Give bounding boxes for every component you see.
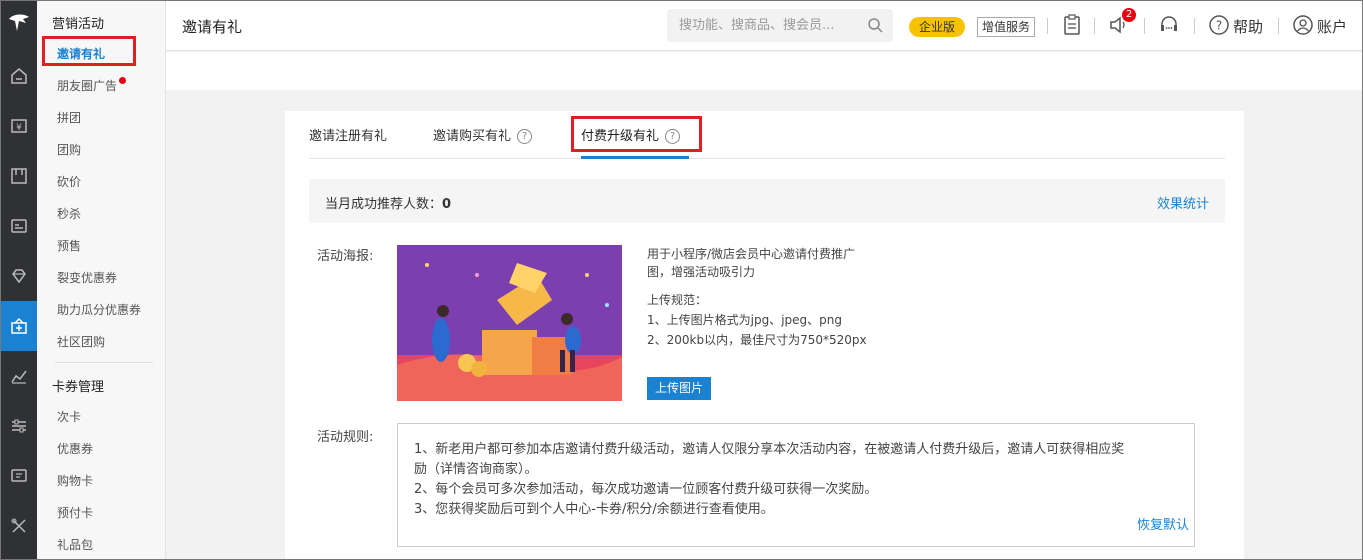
toolbar-strip bbox=[166, 52, 1362, 90]
goods-icon[interactable] bbox=[1, 151, 37, 201]
secondary-sidebar: 营销活动 邀请有礼 朋友圈广告 拼团 团购 砍价 秒杀 预售 裂变优惠券 助力瓜… bbox=[37, 1, 166, 559]
support-headset-icon[interactable] bbox=[1158, 14, 1180, 36]
group-marketing: 营销活动 bbox=[52, 17, 105, 32]
poster-description: 用于小程序/微店会员中心邀请付费推广 图，增强活动吸引力 bbox=[647, 245, 855, 281]
sidebar-item-bargain[interactable]: 砍价 bbox=[57, 173, 81, 190]
tab-invite-purchase[interactable]: 邀请购买有礼? bbox=[433, 125, 533, 144]
stats-value: 0 bbox=[442, 197, 452, 212]
svg-text:¥: ¥ bbox=[16, 123, 22, 133]
tab-invite-register[interactable]: 邀请注册有礼 bbox=[309, 125, 387, 144]
active-tab-indicator bbox=[581, 156, 689, 159]
sidebar-item-presale[interactable]: 预售 bbox=[57, 237, 81, 254]
question-icon[interactable]: ? bbox=[517, 129, 533, 144]
tab-label: 邀请注册有礼 bbox=[309, 129, 388, 144]
app-frame: ¥ 营销活动 邀请有礼 朋友圈广告 拼团 团购 砍价 秒杀 预售 裂变优惠券 助… bbox=[0, 0, 1363, 560]
diamond-icon[interactable] bbox=[1, 251, 37, 301]
stats-label: 当月成功推荐人数：0 bbox=[325, 193, 451, 212]
member-card-icon[interactable] bbox=[1, 201, 37, 251]
sidebar-item-coupon[interactable]: 优惠券 bbox=[57, 440, 93, 457]
spec-title: 上传规范： bbox=[647, 293, 708, 307]
brand-logo-icon[interactable] bbox=[7, 11, 31, 35]
poster-image[interactable] bbox=[397, 245, 622, 401]
rule-line: 2、每个会员可多次参加活动，每次成功邀请一位顾客付费升级可获得一次奖励。 bbox=[414, 482, 878, 497]
separator bbox=[1278, 18, 1279, 34]
sidebar-item-prepaid-card[interactable]: 预付卡 bbox=[57, 504, 93, 521]
sidebar-item-fission-coupon[interactable]: 裂变优惠券 bbox=[57, 269, 117, 286]
cashier-icon[interactable]: ¥ bbox=[1, 101, 37, 151]
rule-line: 1、新老用户都可参加本店邀请付费升级活动，邀请人仅限分享本次活动内容，在被邀请人… bbox=[414, 442, 1125, 457]
new-dot bbox=[119, 77, 127, 84]
tab-label: 邀请购买有礼 bbox=[433, 129, 512, 144]
poster-desc-line: 图，增强活动吸引力 bbox=[647, 265, 756, 279]
sidebar-item-count-card[interactable]: 次卡 bbox=[57, 408, 81, 425]
restore-default-link[interactable]: 恢复默认 bbox=[1137, 516, 1189, 536]
analytics-icon[interactable] bbox=[1, 351, 37, 401]
help-link[interactable]: 帮助 bbox=[1233, 16, 1263, 37]
separator bbox=[1047, 18, 1048, 34]
poster-label: 活动海报: bbox=[317, 249, 374, 264]
tab-bar: 邀请注册有礼 邀请购买有礼? 付费升级有礼? bbox=[309, 111, 1225, 159]
highlight-box bbox=[571, 116, 702, 152]
spec-item: 1、上传图片格式为jpg、jpeg、png bbox=[647, 313, 842, 327]
rules-label: 活动规则: bbox=[317, 430, 374, 445]
home-icon[interactable] bbox=[1, 51, 37, 101]
search-box[interactable] bbox=[667, 9, 893, 42]
separator bbox=[1194, 18, 1195, 34]
svg-text:?: ? bbox=[1216, 19, 1222, 33]
sidebar-item-invite[interactable]: 邀请有礼 bbox=[57, 45, 105, 62]
sidebar-item-moments-ad[interactable]: 朋友圈广告 bbox=[57, 77, 127, 94]
user-icon[interactable] bbox=[1292, 14, 1314, 36]
separator bbox=[1094, 18, 1095, 34]
search-input[interactable] bbox=[667, 9, 847, 42]
checklist-icon[interactable] bbox=[1061, 14, 1083, 36]
separator bbox=[1144, 18, 1145, 34]
content-panel: 邀请注册有礼 邀请购买有礼? 付费升级有礼? 当月成功推荐人数：0 效果统计 活… bbox=[285, 111, 1244, 559]
sidebar-item-split-coupon[interactable]: 助力瓜分优惠券 bbox=[57, 301, 141, 318]
message-icon[interactable] bbox=[1, 451, 37, 501]
poster-desc-line: 用于小程序/微店会员中心邀请付费推广 bbox=[647, 247, 856, 261]
top-bar: 邀请有礼 企业版 增值服务 2 ? 帮助 账户 bbox=[166, 1, 1362, 51]
stats-label-text: 当月成功推荐人数： bbox=[325, 197, 443, 212]
enterprise-badge[interactable]: 企业版 bbox=[909, 17, 966, 37]
sidebar-item-label: 朋友圈广告 bbox=[57, 79, 118, 93]
divider bbox=[55, 362, 153, 363]
effect-stats-link[interactable]: 效果统计 bbox=[1157, 193, 1209, 212]
spec-item: 2、200kb以内，最佳尺寸为750*520px bbox=[647, 333, 867, 347]
sidebar-item-team-buy[interactable]: 团购 bbox=[57, 141, 81, 158]
page-title: 邀请有礼 bbox=[182, 18, 243, 36]
upload-image-button[interactable]: 上传图片 bbox=[647, 377, 711, 400]
icon-rail: ¥ bbox=[1, 1, 37, 559]
help-icon[interactable]: ? bbox=[1208, 14, 1230, 36]
poster-illustration bbox=[397, 245, 622, 401]
value-added-button[interactable]: 增值服务 bbox=[977, 17, 1036, 37]
marketing-icon[interactable] bbox=[1, 301, 37, 351]
notification-badge: 2 bbox=[1122, 8, 1136, 22]
sidebar-item-group-buy[interactable]: 拼团 bbox=[57, 109, 81, 126]
sidebar-item-gift-pack[interactable]: 礼品包 bbox=[57, 536, 93, 553]
group-coupons: 卡券管理 bbox=[52, 380, 105, 395]
account-link[interactable]: 账户 bbox=[1317, 16, 1347, 37]
settings-sliders-icon[interactable] bbox=[1, 401, 37, 451]
rule-line: 励（详情咨询商家）。 bbox=[414, 462, 538, 477]
sidebar-item-community-buy[interactable]: 社区团购 bbox=[57, 333, 105, 350]
rules-textarea[interactable]: 1、新老用户都可参加本店邀请付费升级活动，邀请人仅限分享本次活动内容，在被邀请人… bbox=[397, 423, 1195, 547]
sidebar-item-shopping-card[interactable]: 购物卡 bbox=[57, 472, 93, 489]
sidebar-item-flash-sale[interactable]: 秒杀 bbox=[57, 205, 81, 222]
rule-line: 3、您获得奖励后可到个人中心-卡券/积分/余额进行查看使用。 bbox=[414, 502, 774, 517]
tools-icon[interactable] bbox=[1, 501, 37, 551]
search-icon[interactable] bbox=[867, 17, 883, 33]
stats-bar: 当月成功推荐人数：0 效果统计 bbox=[309, 179, 1225, 223]
